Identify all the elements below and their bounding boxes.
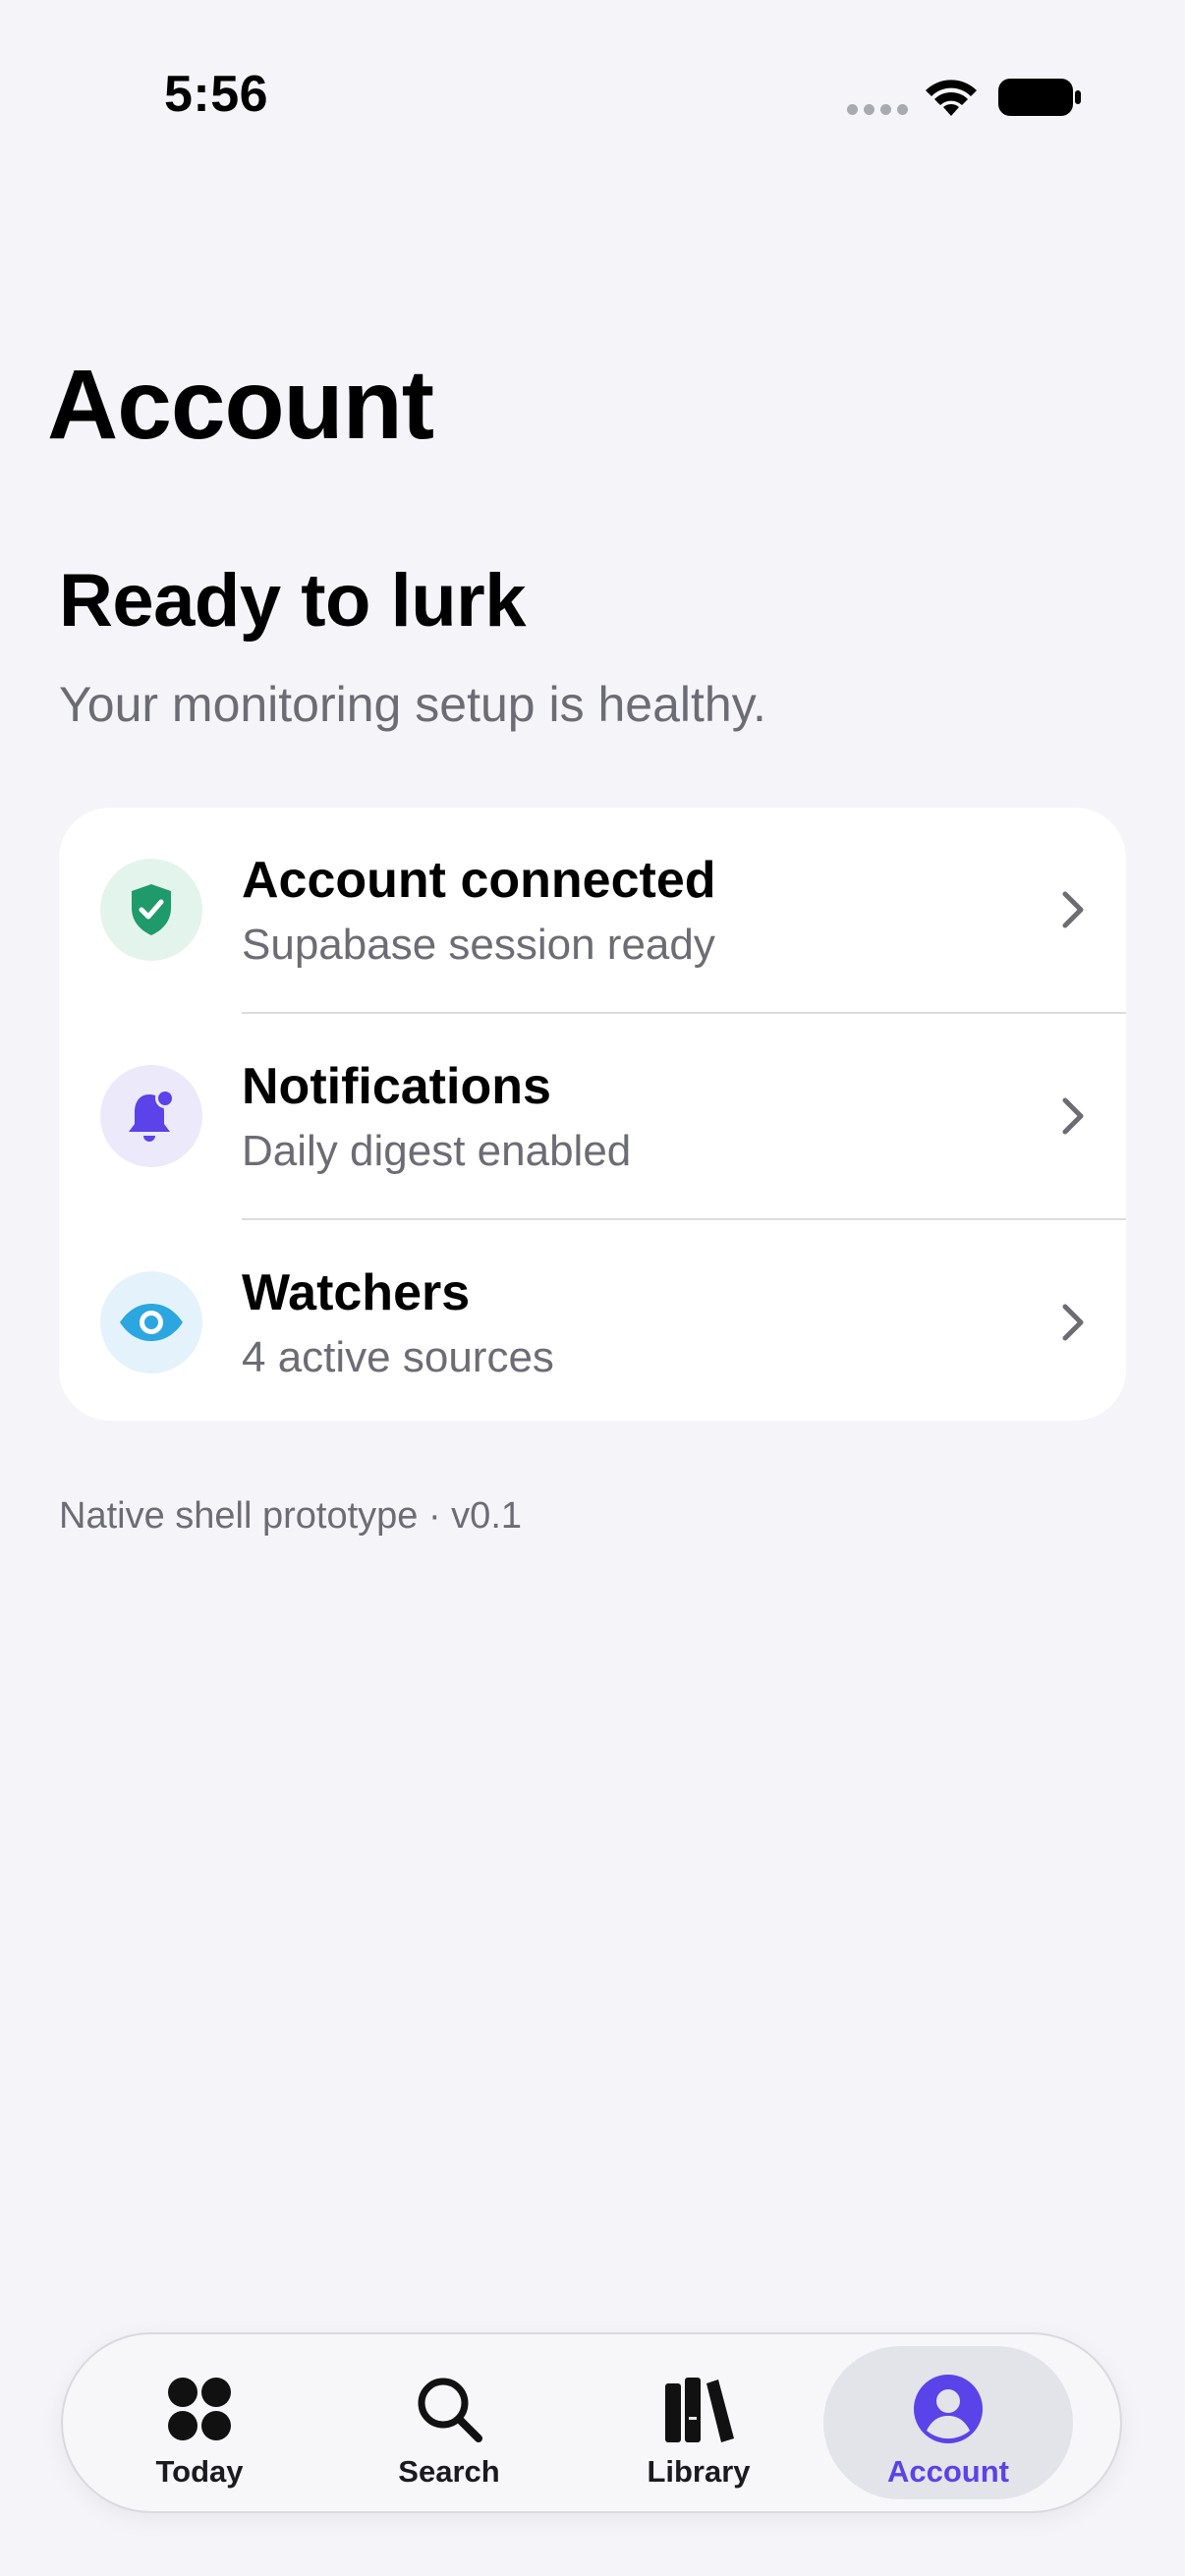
hero-title: Ready to lurk bbox=[59, 559, 526, 643]
shield-check-icon bbox=[132, 884, 171, 935]
battery-icon bbox=[998, 79, 1081, 116]
row-subtitle: 4 active sources bbox=[242, 1333, 554, 1381]
settings-card: Account connected Supabase session ready… bbox=[59, 808, 1126, 1421]
tab-library[interactable]: Library bbox=[574, 2346, 823, 2499]
tab-today[interactable]: Today bbox=[75, 2346, 324, 2499]
tab-label: Search bbox=[398, 2454, 500, 2489]
settings-row-notifications[interactable]: Notifications Daily digest enabled bbox=[59, 1014, 1126, 1218]
hero-subtitle: Your monitoring setup is healthy. bbox=[59, 677, 766, 732]
version-note: Native shell prototype · v0.1 bbox=[59, 1495, 523, 1537]
grid-dots-icon bbox=[168, 2378, 231, 2440]
row-title: Watchers bbox=[242, 1264, 471, 1321]
tab-search[interactable]: Search bbox=[324, 2346, 574, 2499]
chevron-right-icon bbox=[1062, 1304, 1084, 1341]
magnifier-icon bbox=[418, 2378, 482, 2442]
row-title: Notifications bbox=[242, 1058, 551, 1115]
eye-icon bbox=[120, 1304, 183, 1341]
tab-label: Account bbox=[887, 2454, 1009, 2489]
books-icon bbox=[665, 2378, 734, 2442]
chevron-right-icon bbox=[1062, 1097, 1084, 1135]
account-icon-badge bbox=[100, 859, 202, 961]
tab-account[interactable]: Account bbox=[823, 2346, 1073, 2499]
page-title: Account bbox=[47, 350, 434, 460]
status-bar: 5:56 bbox=[0, 0, 1185, 187]
status-time: 5:56 bbox=[164, 66, 269, 123]
tab-bar: Today Search Library Account bbox=[61, 2332, 1122, 2513]
row-title: Account connected bbox=[242, 852, 716, 909]
tab-label: Today bbox=[155, 2454, 244, 2489]
row-subtitle: Daily digest enabled bbox=[242, 1127, 632, 1175]
chevron-right-icon bbox=[1062, 891, 1084, 928]
cellular-signal-icon bbox=[847, 102, 908, 116]
notifications-icon-badge bbox=[100, 1065, 202, 1167]
tab-label: Library bbox=[647, 2454, 751, 2489]
settings-row-account[interactable]: Account connected Supabase session ready bbox=[59, 808, 1126, 1012]
row-subtitle: Supabase session ready bbox=[242, 921, 715, 969]
watchers-icon-badge bbox=[100, 1271, 202, 1373]
person-circle-icon bbox=[914, 2375, 983, 2443]
bell-badge-icon bbox=[129, 1089, 175, 1142]
settings-row-watchers[interactable]: Watchers 4 active sources bbox=[59, 1220, 1126, 1421]
wifi-icon bbox=[926, 80, 977, 116]
